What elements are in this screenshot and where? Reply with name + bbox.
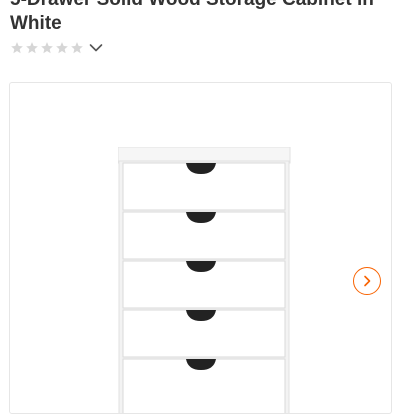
product-image-gallery[interactable] [9,82,392,414]
next-image-button[interactable] [353,267,381,295]
rating-row[interactable] [10,39,104,57]
product-image[interactable] [118,147,294,414]
star-rating[interactable] [10,41,84,55]
drawer-3 [122,260,286,309]
drawer-2 [122,211,286,260]
star-icon [41,42,53,54]
star-icon [56,42,68,54]
drawer-1 [122,162,286,211]
star-icon [11,42,23,54]
drawer-4 [122,309,286,358]
product-title: 5-Drawer Solid Wood Storage Cabinet in W… [10,0,374,34]
star-icon [71,42,83,54]
chevron-right-icon [364,275,371,287]
rating-dropdown-button[interactable] [88,40,104,56]
chevron-down-icon [89,44,103,52]
star-icon [26,42,38,54]
drawer-5 [122,358,286,413]
